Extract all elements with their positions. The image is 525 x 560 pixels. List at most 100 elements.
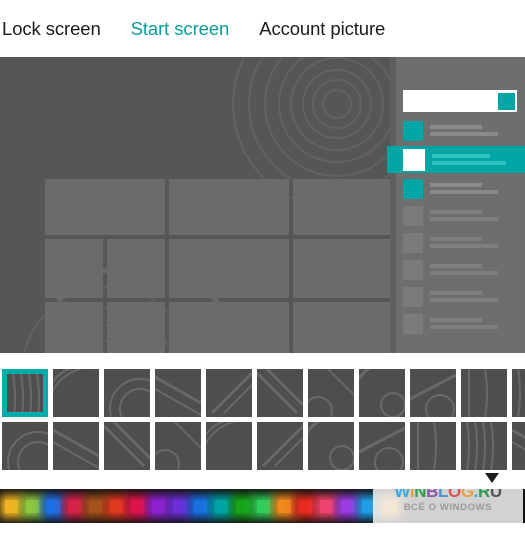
result-line bbox=[432, 154, 490, 158]
color-swatch[interactable] bbox=[274, 489, 295, 523]
result-text-lines bbox=[430, 264, 525, 275]
color-swatch[interactable] bbox=[190, 489, 211, 523]
tab-start-screen[interactable]: Start screen bbox=[131, 18, 243, 40]
tile[interactable] bbox=[107, 302, 165, 353]
result-text-lines bbox=[430, 125, 525, 136]
start-screen-preview bbox=[0, 57, 525, 353]
thumbnail[interactable] bbox=[53, 422, 99, 470]
tile[interactable] bbox=[293, 302, 396, 353]
result-text-lines bbox=[430, 210, 525, 221]
thumbnail[interactable] bbox=[461, 422, 507, 470]
thumbnail[interactable] bbox=[257, 369, 303, 417]
color-swatch-chip bbox=[299, 499, 312, 513]
tile-row bbox=[45, 302, 400, 353]
color-swatch[interactable] bbox=[148, 489, 169, 523]
result-line bbox=[432, 161, 506, 165]
thumbnail[interactable] bbox=[104, 422, 150, 470]
result-text-lines bbox=[430, 318, 525, 329]
search-result-row[interactable] bbox=[396, 204, 525, 227]
result-line bbox=[430, 125, 482, 129]
color-swatch[interactable] bbox=[43, 489, 64, 523]
settings-tab-bar: Lock screen Start screen Account picture bbox=[0, 0, 525, 57]
thumbnail[interactable] bbox=[155, 422, 201, 470]
thumbnail[interactable] bbox=[257, 422, 303, 470]
thumbnail[interactable] bbox=[410, 422, 456, 470]
search-icon[interactable] bbox=[498, 92, 515, 110]
color-swatch[interactable] bbox=[337, 489, 358, 523]
watermark-letter: R bbox=[477, 489, 490, 501]
thumbnail[interactable] bbox=[512, 422, 525, 470]
color-swatch[interactable] bbox=[85, 489, 106, 523]
color-swatch-chip bbox=[47, 499, 60, 513]
thumbnail[interactable] bbox=[512, 369, 525, 417]
tile[interactable] bbox=[107, 239, 165, 298]
thumbnail[interactable] bbox=[359, 422, 405, 470]
thumbnail[interactable] bbox=[206, 422, 252, 470]
search-result-row[interactable] bbox=[396, 258, 525, 281]
chevron-down-icon[interactable] bbox=[483, 471, 501, 485]
thumbnail[interactable] bbox=[461, 369, 507, 417]
thumbnail[interactable] bbox=[308, 422, 354, 470]
thumbnail[interactable] bbox=[206, 369, 252, 417]
result-line bbox=[430, 237, 482, 241]
result-line bbox=[430, 217, 498, 221]
thumbnail[interactable] bbox=[155, 369, 201, 417]
color-swatch-chip bbox=[5, 499, 18, 513]
color-swatch[interactable] bbox=[253, 489, 274, 523]
result-line bbox=[430, 291, 482, 295]
color-swatch-chip bbox=[257, 499, 270, 513]
tile[interactable] bbox=[45, 179, 165, 235]
search-result-row[interactable] bbox=[396, 231, 525, 254]
thumbnail[interactable] bbox=[308, 369, 354, 417]
color-swatch[interactable] bbox=[232, 489, 253, 523]
color-swatch[interactable] bbox=[22, 489, 43, 523]
watermark-letter: U bbox=[489, 489, 502, 501]
thumbnail[interactable] bbox=[53, 369, 99, 417]
tile[interactable] bbox=[45, 239, 103, 298]
color-swatch-chip bbox=[278, 499, 291, 513]
thumbnail[interactable] bbox=[410, 369, 456, 417]
search-result-row[interactable] bbox=[396, 177, 525, 200]
app-icon bbox=[403, 120, 423, 141]
color-swatch[interactable] bbox=[169, 489, 190, 523]
color-swatch[interactable] bbox=[64, 489, 85, 523]
color-swatch[interactable] bbox=[127, 489, 148, 523]
search-result-row[interactable] bbox=[396, 119, 525, 142]
accent-color-palette: WINBLOG.RU ВСЁ О WINDOWS bbox=[0, 489, 525, 523]
winblog-watermark: WINBLOG.RU ВСЁ О WINDOWS bbox=[373, 489, 523, 523]
tab-lock-screen[interactable]: Lock screen bbox=[2, 18, 114, 40]
tile[interactable] bbox=[169, 179, 289, 235]
tile[interactable] bbox=[45, 302, 103, 353]
thumbnail-image bbox=[7, 374, 43, 412]
thumbnail[interactable] bbox=[104, 369, 150, 417]
result-line bbox=[430, 264, 482, 268]
thumbnail-selected[interactable] bbox=[2, 369, 48, 417]
tile[interactable] bbox=[169, 239, 289, 298]
thumbnail-row bbox=[2, 369, 525, 417]
color-swatch-chip bbox=[215, 499, 228, 513]
result-line bbox=[430, 183, 482, 187]
search-result-row-selected[interactable] bbox=[387, 146, 525, 173]
color-swatch[interactable] bbox=[316, 489, 337, 523]
color-swatch-chip bbox=[68, 499, 81, 513]
color-swatch[interactable] bbox=[295, 489, 316, 523]
color-swatch[interactable] bbox=[106, 489, 127, 523]
color-swatch[interactable] bbox=[1, 489, 22, 523]
thumbnail[interactable] bbox=[359, 369, 405, 417]
color-swatch[interactable] bbox=[211, 489, 232, 523]
search-result-row[interactable] bbox=[396, 285, 525, 308]
result-line bbox=[430, 325, 498, 329]
result-text-lines bbox=[430, 237, 525, 248]
search-input[interactable] bbox=[403, 90, 517, 112]
app-icon bbox=[403, 205, 423, 226]
tile[interactable] bbox=[293, 239, 396, 298]
watermark-subtitle: ВСЁ О WINDOWS bbox=[403, 502, 493, 513]
color-swatch-chip bbox=[110, 499, 123, 513]
search-result-row[interactable] bbox=[396, 312, 525, 335]
tile[interactable] bbox=[169, 302, 289, 353]
tab-account-picture[interactable]: Account picture bbox=[259, 18, 398, 40]
result-text-lines bbox=[432, 154, 525, 165]
result-text-lines bbox=[430, 183, 525, 194]
thumbnail[interactable] bbox=[2, 422, 48, 470]
tile[interactable] bbox=[293, 179, 396, 235]
